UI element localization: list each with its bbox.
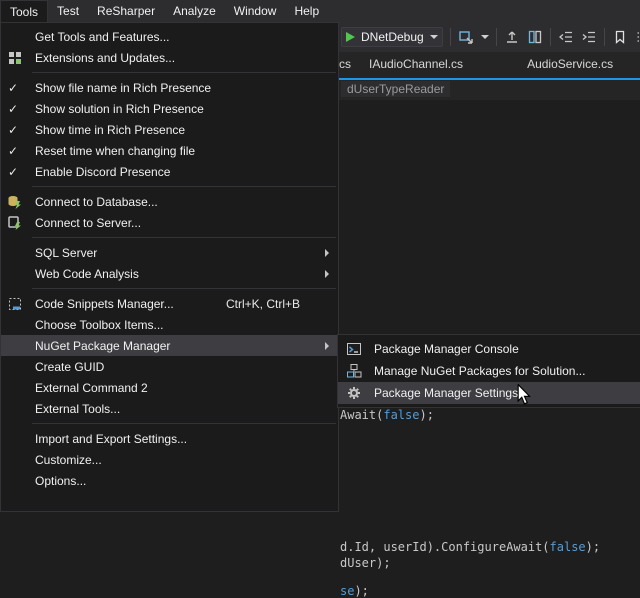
- menu-item-shortcut: Ctrl+K, Ctrl+B: [226, 297, 328, 311]
- menu-item-label: Customize...: [35, 453, 102, 467]
- submenu-item-label: Package Manager Console: [374, 342, 519, 356]
- breadcrumb[interactable]: dUserTypeReader: [341, 81, 450, 97]
- menu-item-show-file-name-rich-presence[interactable]: ✓ Show file name in Rich Presence: [1, 77, 338, 98]
- menubar-item-test[interactable]: Test: [48, 0, 88, 22]
- chevron-down-icon: [430, 35, 438, 39]
- packages-icon: [346, 363, 362, 379]
- snippets-icon: [7, 296, 23, 312]
- menu-item-create-guid[interactable]: Create GUID: [1, 356, 338, 377]
- menu-item-enable-discord-presence[interactable]: ✓ Enable Discord Presence: [1, 161, 338, 182]
- menu-item-label: Choose Toolbox Items...: [35, 318, 164, 332]
- menu-item-get-tools-and-features[interactable]: Get Tools and Features...: [1, 26, 338, 47]
- menubar-item-analyze[interactable]: Analyze: [164, 0, 225, 22]
- menu-item-extensions-and-updates[interactable]: Extensions and Updates...: [1, 47, 338, 68]
- submenu-arrow-icon: [325, 270, 329, 278]
- code-line: dUser);: [340, 556, 391, 570]
- menu-item-label: SQL Server: [35, 246, 97, 260]
- menu-item-connect-to-database[interactable]: Connect to Database...: [1, 191, 338, 212]
- checkmark-icon: ✓: [8, 103, 18, 115]
- submenu-item-label: Manage NuGet Packages for Solution...: [374, 364, 585, 378]
- menu-item-label: Enable Discord Presence: [35, 165, 170, 179]
- menu-item-label: Get Tools and Features...: [35, 30, 170, 44]
- submenu-item-package-manager-settings[interactable]: Package Manager Settings: [338, 382, 640, 404]
- outdent-icon[interactable]: [558, 29, 574, 45]
- menu-item-label: Show solution in Rich Presence: [35, 102, 204, 116]
- menu-item-choose-toolbox-items[interactable]: Choose Toolbox Items...: [1, 314, 338, 335]
- menu-separator: [32, 288, 336, 289]
- submenu-item-manage-nuget-packages[interactable]: Manage NuGet Packages for Solution...: [338, 360, 640, 382]
- chevron-down-icon[interactable]: [481, 35, 489, 39]
- attach-process-icon[interactable]: [458, 29, 474, 45]
- menu-item-label: NuGet Package Manager: [35, 339, 170, 353]
- menu-item-web-code-analysis[interactable]: Web Code Analysis: [1, 263, 338, 284]
- menu-item-show-solution-rich-presence[interactable]: ✓ Show solution in Rich Presence: [1, 98, 338, 119]
- menu-item-customize[interactable]: Customize...: [1, 449, 338, 470]
- code-line: se);: [340, 584, 369, 598]
- database-icon: [7, 194, 23, 210]
- menu-item-connect-to-server[interactable]: Connect to Server...: [1, 212, 338, 233]
- menu-item-label: Connect to Database...: [35, 195, 158, 209]
- checkmark-icon: ✓: [8, 145, 18, 157]
- menu-item-label: External Tools...: [35, 402, 120, 416]
- console-icon: [346, 341, 362, 357]
- load-symbols-icon[interactable]: [504, 29, 520, 45]
- toolbar-separator: [604, 28, 605, 46]
- menu-item-label: Extensions and Updates...: [35, 51, 175, 65]
- gear-icon: [346, 385, 362, 401]
- menubar-item-window[interactable]: Window: [225, 0, 286, 22]
- menu-item-import-export-settings[interactable]: Import and Export Settings...: [1, 428, 338, 449]
- menu-item-label: Reset time when changing file: [35, 144, 195, 158]
- checkmark-icon: ✓: [8, 166, 18, 178]
- menu-item-label: Create GUID: [35, 360, 104, 374]
- indent-icon[interactable]: [581, 29, 597, 45]
- debug-target-dropdown[interactable]: DNetDebug: [341, 27, 443, 47]
- checkmark-icon: ✓: [8, 82, 18, 94]
- menu-item-external-tools[interactable]: External Tools...: [1, 398, 338, 419]
- menu-item-external-command-2[interactable]: External Command 2: [1, 377, 338, 398]
- menu-separator: [32, 186, 336, 187]
- bookmark-icon[interactable]: [612, 29, 628, 45]
- menu-item-nuget-package-manager[interactable]: NuGet Package Manager: [1, 335, 338, 356]
- checkmark-icon: ✓: [8, 124, 18, 136]
- menu-item-label: Show file name in Rich Presence: [35, 81, 211, 95]
- menu-item-show-time-rich-presence[interactable]: ✓ Show time in Rich Presence: [1, 119, 338, 140]
- menu-item-label: Code Snippets Manager...: [35, 297, 174, 311]
- submenu-arrow-icon: [325, 249, 329, 257]
- toolbar-separator: [550, 28, 551, 46]
- menu-item-code-snippets-manager[interactable]: Code Snippets Manager... Ctrl+K, Ctrl+B: [1, 293, 338, 314]
- tab-iaudiochannel[interactable]: IAudioChannel.cs: [360, 52, 472, 76]
- submenu-item-label: Package Manager Settings: [374, 386, 518, 400]
- columns-icon[interactable]: [527, 29, 543, 45]
- menu-separator: [32, 72, 336, 73]
- menu-separator: [32, 237, 336, 238]
- menu-separator: [32, 423, 336, 424]
- submenu-arrow-icon: [325, 342, 329, 350]
- toolbar-separator: [496, 28, 497, 46]
- menu-item-reset-time-changing-file[interactable]: ✓ Reset time when changing file: [1, 140, 338, 161]
- menubar-item-help[interactable]: Help: [285, 0, 328, 22]
- start-debug-icon: [346, 32, 355, 42]
- extensions-icon: [7, 50, 23, 66]
- tools-menu: Get Tools and Features... Extensions and…: [0, 22, 339, 512]
- menu-item-options[interactable]: Options...: [1, 470, 338, 491]
- menu-item-sql-server[interactable]: SQL Server: [1, 242, 338, 263]
- menu-item-label: Web Code Analysis: [35, 267, 139, 281]
- menubar-item-tools[interactable]: Tools: [0, 0, 48, 22]
- menu-item-label: External Command 2: [35, 381, 148, 395]
- toolbar-separator: [450, 28, 451, 46]
- nuget-submenu: Package Manager Console Manage NuGet Pac…: [337, 334, 640, 408]
- menubar-item-resharper[interactable]: ReSharper: [88, 0, 164, 22]
- menu-item-label: Show time in Rich Presence: [35, 123, 185, 137]
- debug-target-label: DNetDebug: [361, 30, 424, 44]
- task-list-icon[interactable]: [635, 29, 640, 45]
- menu-item-label: Connect to Server...: [35, 216, 141, 230]
- code-line: d.Id, userId).ConfigureAwait(false);: [340, 540, 600, 554]
- menu-item-label: Import and Export Settings...: [35, 432, 187, 446]
- code-line: Await(false);: [340, 408, 434, 422]
- server-icon: [7, 215, 23, 231]
- menu-item-label: Options...: [35, 474, 86, 488]
- submenu-item-package-manager-console[interactable]: Package Manager Console: [338, 338, 640, 360]
- tab-audioservice[interactable]: AudioService.cs: [518, 52, 622, 76]
- menu-bar: Tools Test ReSharper Analyze Window Help: [0, 0, 640, 22]
